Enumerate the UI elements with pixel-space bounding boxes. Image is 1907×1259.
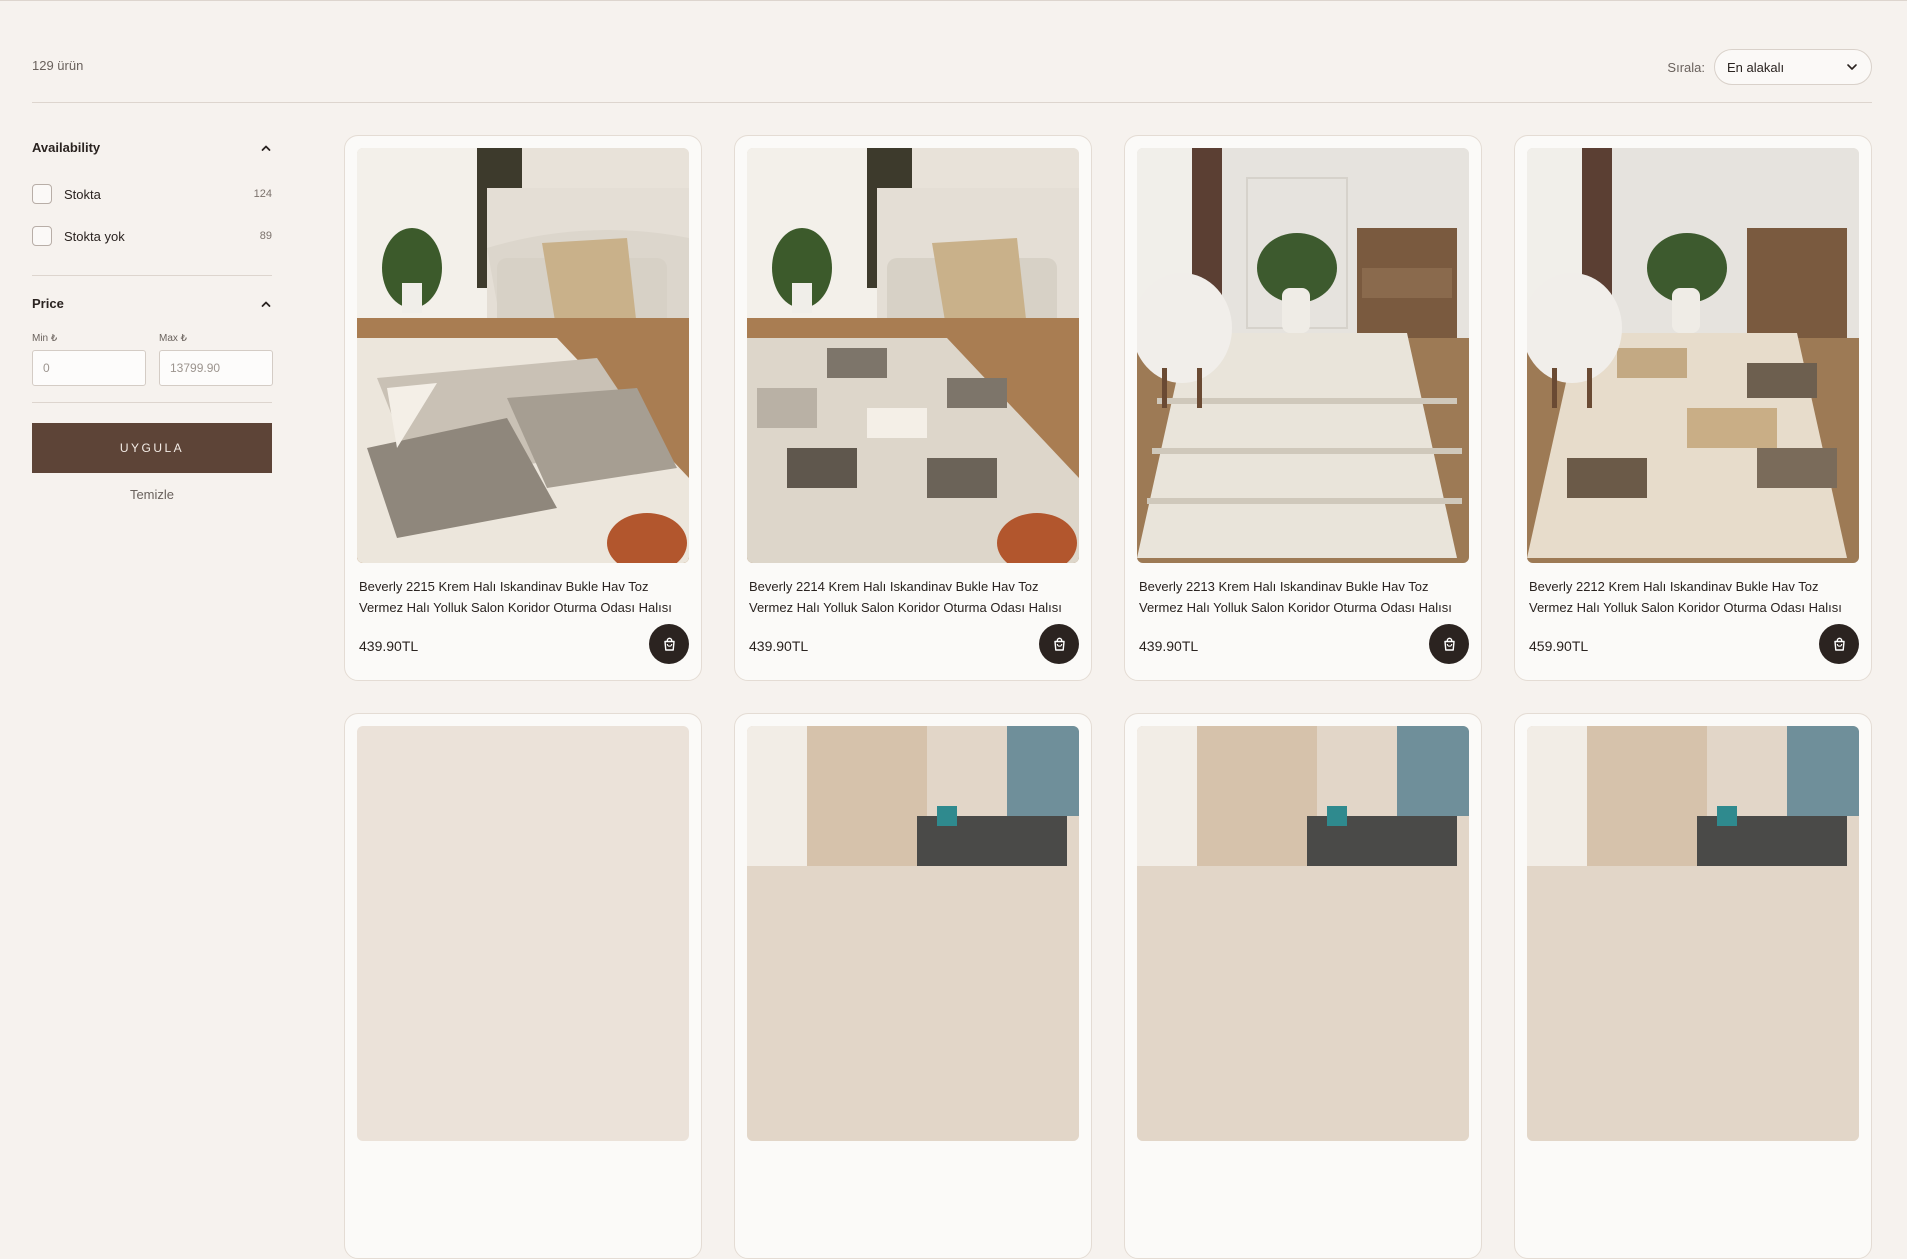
shopping-bag-icon <box>1443 637 1455 651</box>
product-card[interactable]: Beverly 2214 Krem Halı Iskandinav Bukle … <box>734 135 1092 681</box>
out-of-stock-checkbox[interactable] <box>32 226 52 246</box>
product-price: 459.90TL <box>1529 638 1589 654</box>
price-range: Min ₺ Max ₺ <box>32 333 273 386</box>
product-title[interactable]: Beverly 2212 Krem Halı Iskandinav Bukle … <box>1529 576 1861 618</box>
product-image[interactable] <box>357 726 689 1141</box>
out-of-stock-label: Stokta yok <box>64 228 125 244</box>
price-max-group: Max ₺ <box>159 333 273 386</box>
chevron-up-icon <box>261 145 271 151</box>
price-max-input[interactable] <box>159 350 273 386</box>
availability-filter-header[interactable]: Availability <box>32 140 272 155</box>
add-to-cart-button[interactable] <box>1429 624 1469 664</box>
chevron-down-icon <box>1847 64 1857 70</box>
price-min-group: Min ₺ <box>32 333 146 386</box>
chevron-up-icon <box>261 301 271 307</box>
sort-label: Sırala: <box>1667 59 1705 75</box>
apply-filters-button[interactable]: UYGULA <box>32 423 272 473</box>
product-image[interactable] <box>1527 148 1859 563</box>
product-count: 129 ürün <box>32 58 84 73</box>
product-card[interactable] <box>1124 713 1482 1259</box>
add-to-cart-button[interactable] <box>649 624 689 664</box>
product-image[interactable] <box>357 148 689 563</box>
out-of-stock-count: 89 <box>259 230 272 242</box>
shopping-bag-icon <box>1053 637 1065 651</box>
price-min-label: Min ₺ <box>32 333 58 344</box>
toolbar-divider <box>32 102 1872 103</box>
product-price: 439.90TL <box>359 638 419 654</box>
sort-control: Sırala: En alakalı <box>1667 49 1872 85</box>
product-card[interactable]: Beverly 2212 Krem Halı Iskandinav Bukle … <box>1514 135 1872 681</box>
filter-sidebar: Availability Stokta 124 Stokta yok 89 Pr… <box>32 140 273 502</box>
price-min-input[interactable] <box>32 350 146 386</box>
in-stock-checkbox[interactable] <box>32 184 52 204</box>
availability-option-in-stock[interactable]: Stokta 124 <box>32 183 272 205</box>
product-title[interactable]: Beverly 2215 Krem Halı Iskandinav Bukle … <box>359 576 691 618</box>
product-title[interactable]: Beverly 2213 Krem Halı Iskandinav Bukle … <box>1139 576 1471 618</box>
product-card[interactable] <box>1514 713 1872 1259</box>
in-stock-label: Stokta <box>64 186 101 202</box>
sort-value: En alakalı <box>1727 59 1785 75</box>
shopping-bag-icon <box>663 637 675 651</box>
price-filter-header[interactable]: Price <box>32 296 272 311</box>
sort-select[interactable]: En alakalı <box>1714 49 1872 85</box>
top-border <box>0 0 1907 1</box>
shopping-bag-icon <box>1833 637 1845 651</box>
product-image[interactable] <box>1527 726 1859 1141</box>
price-title: Price <box>32 296 64 311</box>
add-to-cart-button[interactable] <box>1039 624 1079 664</box>
product-price: 439.90TL <box>1139 638 1199 654</box>
availability-option-out-of-stock[interactable]: Stokta yok 89 <box>32 225 272 247</box>
add-to-cart-button[interactable] <box>1819 624 1859 664</box>
clear-filters-link[interactable]: Temizle <box>32 487 272 502</box>
product-title[interactable]: Beverly 2214 Krem Halı Iskandinav Bukle … <box>749 576 1081 618</box>
product-price: 439.90TL <box>749 638 809 654</box>
product-image[interactable] <box>1137 148 1469 563</box>
filter-divider <box>32 275 272 276</box>
product-card[interactable]: Beverly 2213 Krem Halı Iskandinav Bukle … <box>1124 135 1482 681</box>
product-card[interactable] <box>344 713 702 1259</box>
product-card[interactable]: Beverly 2215 Krem Halı Iskandinav Bukle … <box>344 135 702 681</box>
availability-title: Availability <box>32 140 101 155</box>
product-image[interactable] <box>1137 726 1469 1141</box>
product-image[interactable] <box>747 148 1079 563</box>
product-image[interactable] <box>747 726 1079 1141</box>
filter-divider <box>32 402 272 403</box>
product-card[interactable] <box>734 713 1092 1259</box>
price-max-label: Max ₺ <box>159 333 188 344</box>
in-stock-count: 124 <box>253 188 272 200</box>
